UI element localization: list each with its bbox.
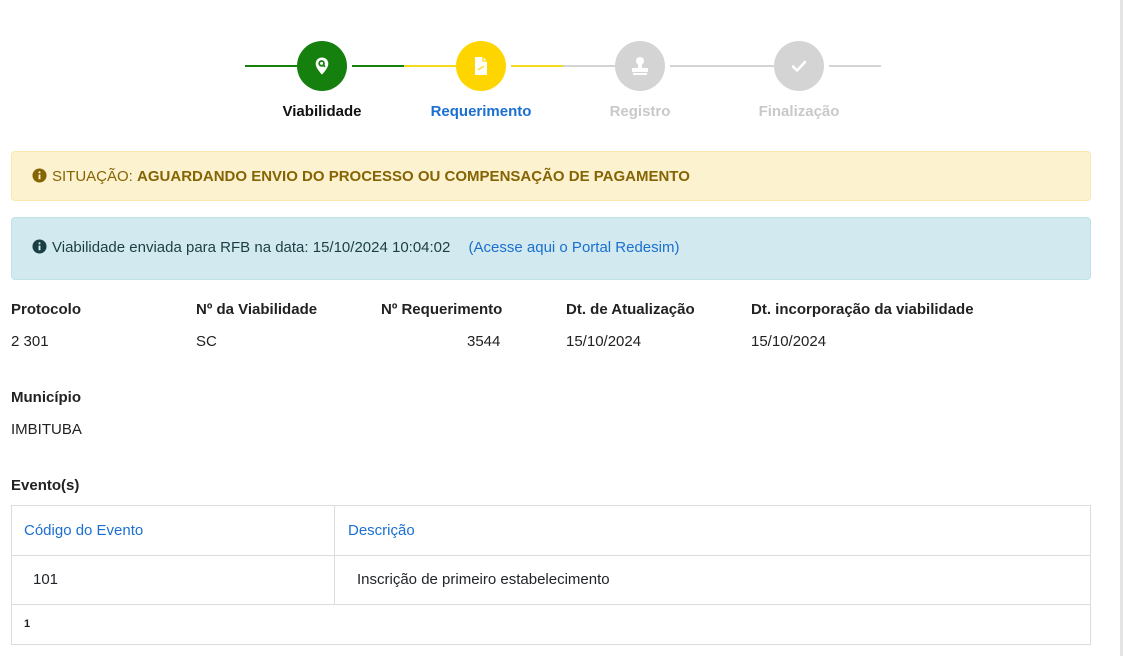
field-value: 2 301	[11, 333, 49, 350]
step-connector	[722, 65, 774, 67]
portal-redesim-link[interactable]: (Acesse aqui o Portal Redesim)	[469, 239, 680, 256]
field-label: Protocolo	[11, 301, 81, 318]
field-label: Dt. incorporação da viabilidade	[751, 301, 974, 318]
pagination-page[interactable]: 1	[24, 618, 30, 630]
cell-codigo: 101	[12, 555, 335, 604]
field-value: 15/10/2024	[566, 333, 642, 350]
table-row: 101 Inscrição de primeiro estabeleciment…	[12, 555, 1090, 605]
step-connector	[352, 65, 404, 67]
step-registro[interactable]: Registro	[563, 38, 722, 128]
stamp-icon	[615, 41, 665, 91]
step-viabilidade[interactable]: Viabilidade	[245, 38, 404, 128]
info-circle-icon	[32, 168, 47, 187]
field-value: IMBITUBA	[11, 421, 82, 438]
field-value: 15/10/2024	[751, 333, 827, 350]
step-label: Registro	[609, 103, 671, 120]
info-circle-icon	[32, 239, 47, 258]
document-icon	[456, 41, 506, 91]
step-label: Viabilidade	[282, 103, 362, 120]
progress-stepper: Viabilidade Requerimento Registro Finali…	[245, 38, 881, 128]
status-prefix: SITUAÇÃO:	[52, 168, 133, 185]
field-label: Nº da Viabilidade	[196, 301, 318, 318]
info-alert: Viabilidade enviada para RFB na data: 15…	[11, 217, 1091, 280]
step-connector	[563, 65, 615, 67]
search-location-icon	[297, 41, 347, 91]
field-value: 3544	[467, 333, 501, 350]
step-connector	[404, 65, 456, 67]
table-header-row: Código do Evento Descrição	[12, 506, 1090, 556]
eventos-title: Evento(s)	[11, 477, 80, 494]
step-requerimento[interactable]: Requerimento	[404, 38, 563, 128]
step-connector	[829, 65, 881, 67]
step-label: Requerimento	[430, 103, 532, 120]
column-header-descricao[interactable]: Descrição	[335, 506, 1090, 555]
column-header-codigo[interactable]: Código do Evento	[12, 506, 335, 555]
field-label: Município	[11, 389, 81, 406]
field-value: SC	[196, 333, 217, 350]
status-text: AGUARDANDO ENVIO DO PROCESSO OU COMPENSA…	[137, 168, 690, 185]
field-label: Nº Requerimento	[381, 301, 503, 318]
info-text: Viabilidade enviada para RFB na data: 15…	[52, 239, 451, 256]
step-connector	[670, 65, 722, 67]
step-connector	[245, 65, 297, 67]
step-finalizacao[interactable]: Finalização	[722, 38, 881, 128]
step-connector	[511, 65, 563, 67]
step-label: Finalização	[758, 103, 840, 120]
status-alert: SITUAÇÃO: AGUARDANDO ENVIO DO PROCESSO O…	[11, 151, 1091, 201]
cell-descricao: Inscrição de primeiro estabelecimento	[357, 571, 610, 588]
eventos-table: Código do Evento Descrição 101 Inscrição…	[11, 505, 1091, 645]
field-label: Dt. de Atualização	[566, 301, 695, 318]
check-icon	[774, 41, 824, 91]
